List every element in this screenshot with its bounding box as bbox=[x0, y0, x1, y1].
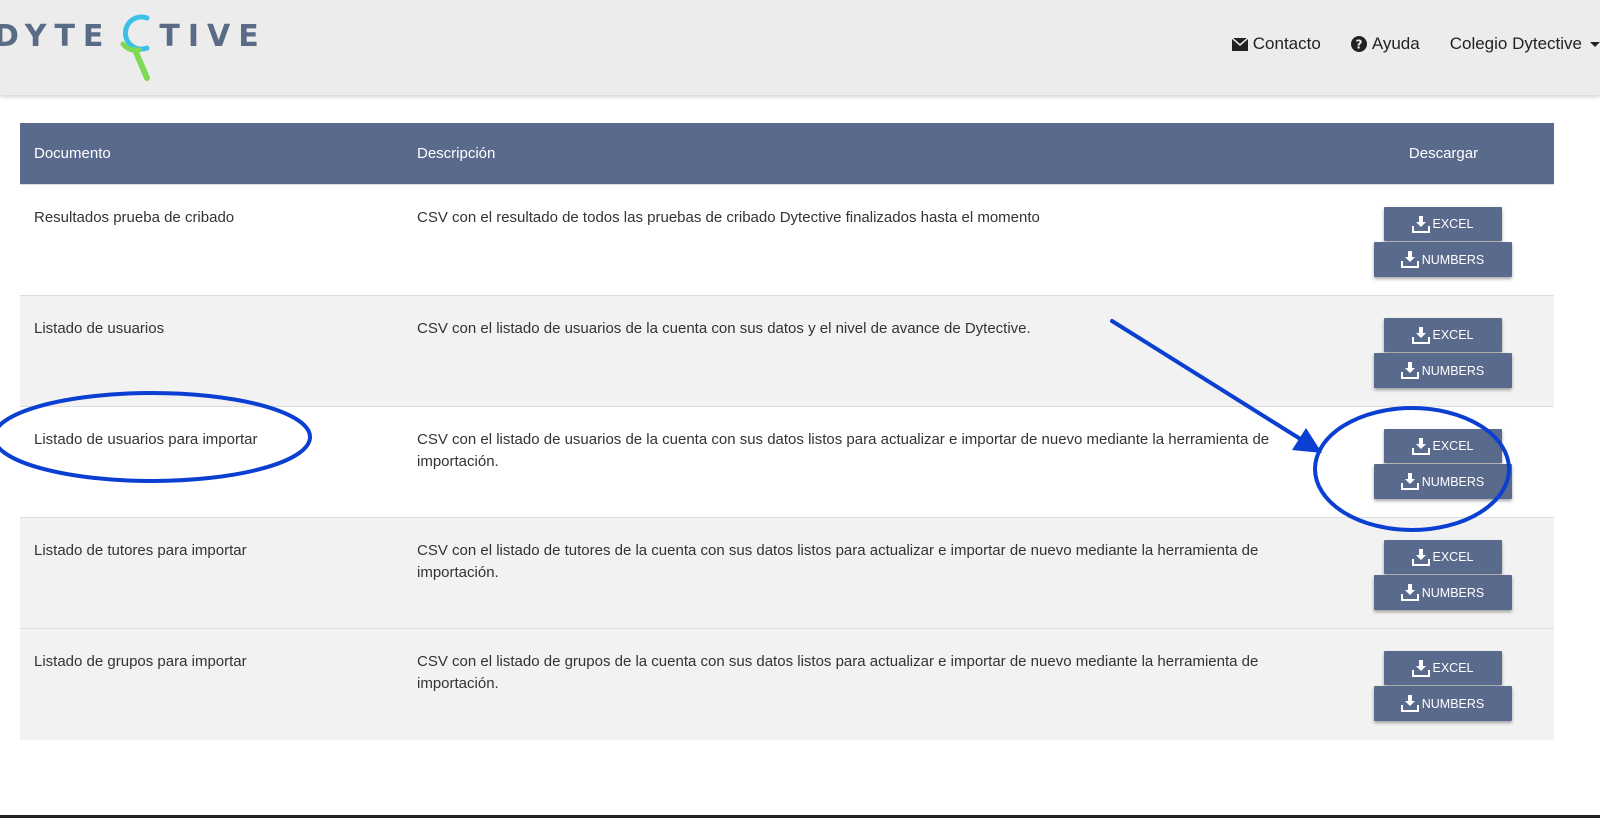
download-icon bbox=[1411, 437, 1430, 455]
header-download: Descargar bbox=[1333, 123, 1554, 185]
row-document: Listado de usuarios para importar bbox=[34, 431, 258, 448]
download-icon bbox=[1411, 326, 1430, 344]
svg-text:?: ? bbox=[1355, 38, 1362, 52]
row-description: CSV con el listado de usuarios de la cue… bbox=[417, 320, 1031, 337]
download-numbers-button[interactable]: NUMBERS bbox=[1373, 242, 1512, 277]
download-numbers-button[interactable]: NUMBERS bbox=[1373, 464, 1512, 499]
row-download-cell: EXCEL NUMBERS bbox=[1333, 518, 1554, 629]
help-link[interactable]: ? Ayuda bbox=[1350, 34, 1420, 54]
contact-label: Contacto bbox=[1252, 34, 1321, 53]
envelope-icon bbox=[1231, 37, 1248, 51]
row-download-cell: EXCEL NUMBERS bbox=[1333, 629, 1554, 740]
download-numbers-button[interactable]: NUMBERS bbox=[1373, 353, 1512, 388]
row-description: CSV con el listado de grupos de la cuent… bbox=[417, 653, 1259, 692]
table-row: Resultados prueba de cribado CSV con el … bbox=[20, 184, 1554, 296]
logo-magnifier-icon bbox=[113, 10, 157, 90]
row-download-cell: EXCEL NUMBERS bbox=[1333, 185, 1554, 296]
numbers-label: NUMBERS bbox=[1421, 474, 1485, 489]
download-numbers-button[interactable]: NUMBERS bbox=[1373, 686, 1512, 721]
row-download-cell: EXCEL NUMBERS bbox=[1333, 296, 1554, 407]
table-row: Listado de usuarios CSV con el listado d… bbox=[20, 295, 1554, 407]
numbers-label: NUMBERS bbox=[1421, 363, 1485, 378]
download-excel-button[interactable]: EXCEL bbox=[1383, 207, 1502, 241]
excel-label: EXCEL bbox=[1432, 217, 1474, 231]
numbers-label: NUMBERS bbox=[1421, 252, 1485, 267]
download-excel-button[interactable]: EXCEL bbox=[1383, 540, 1502, 574]
header-description: Descripción bbox=[403, 123, 1333, 185]
downloads-table: Documento Descripción Descargar Resultad… bbox=[20, 123, 1554, 740]
logo-text-right: TIVE bbox=[159, 19, 267, 54]
download-excel-button[interactable]: EXCEL bbox=[1383, 429, 1502, 463]
row-document: Listado de grupos para importar bbox=[34, 653, 247, 670]
download-icon bbox=[1411, 215, 1430, 233]
table-row: Listado de tutores para importar CSV con… bbox=[20, 517, 1554, 629]
download-icon bbox=[1400, 473, 1419, 490]
excel-label: EXCEL bbox=[1432, 661, 1474, 675]
nav-links: Contacto ? Ayuda Colegio Dytective bbox=[1202, 34, 1600, 54]
download-icon bbox=[1411, 659, 1430, 677]
contact-link[interactable]: Contacto bbox=[1231, 34, 1321, 54]
download-icon bbox=[1411, 548, 1430, 566]
row-download-cell: EXCEL NUMBERS bbox=[1333, 407, 1554, 518]
download-icon bbox=[1400, 584, 1419, 601]
row-description: CSV con el resultado de todos las prueba… bbox=[417, 209, 1040, 226]
excel-label: EXCEL bbox=[1432, 439, 1474, 453]
numbers-label: NUMBERS bbox=[1421, 585, 1485, 600]
row-document: Resultados prueba de cribado bbox=[34, 209, 235, 226]
top-navbar: DYTE TIVE Contacto ? Ayuda Colegio Dytec… bbox=[0, 0, 1600, 95]
download-excel-button[interactable]: EXCEL bbox=[1383, 651, 1502, 685]
download-icon bbox=[1400, 695, 1419, 712]
download-icon bbox=[1400, 362, 1419, 379]
logo-text-left: DYTE bbox=[0, 19, 112, 54]
table-row: Listado de usuarios para importar CSV co… bbox=[20, 406, 1554, 518]
download-numbers-button[interactable]: NUMBERS bbox=[1373, 575, 1512, 610]
excel-label: EXCEL bbox=[1432, 328, 1474, 342]
question-circle-icon: ? bbox=[1350, 36, 1367, 52]
account-label: Colegio Dytective bbox=[1449, 34, 1582, 53]
help-label: Ayuda bbox=[1371, 34, 1420, 53]
table-row: Listado de grupos para importar CSV con … bbox=[20, 628, 1554, 740]
header-document: Documento bbox=[20, 123, 403, 185]
dytective-logo[interactable]: DYTE TIVE bbox=[0, 10, 259, 85]
row-description: CSV con el listado de usuarios de la cue… bbox=[417, 431, 1270, 470]
table-header-row: Documento Descripción Descargar bbox=[20, 123, 1554, 185]
numbers-label: NUMBERS bbox=[1421, 696, 1485, 711]
row-description: CSV con el listado de tutores de la cuen… bbox=[417, 542, 1259, 581]
row-document: Listado de tutores para importar bbox=[34, 542, 247, 559]
account-dropdown[interactable]: Colegio Dytective bbox=[1450, 34, 1600, 54]
row-document: Listado de usuarios bbox=[34, 320, 165, 337]
download-icon bbox=[1400, 251, 1419, 268]
caret-down-icon bbox=[1590, 41, 1600, 47]
excel-label: EXCEL bbox=[1432, 550, 1474, 564]
footer-divider bbox=[0, 815, 1600, 818]
download-excel-button[interactable]: EXCEL bbox=[1383, 318, 1502, 352]
